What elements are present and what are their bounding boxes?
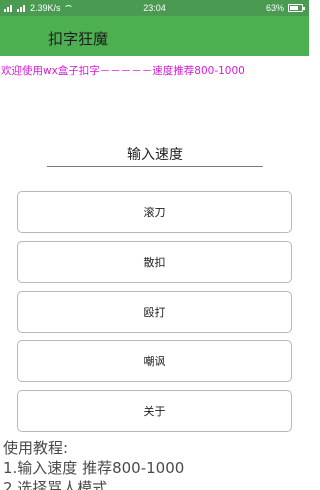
tutorial-step-2: 2.选择骂人模式	[3, 479, 108, 490]
app-bar: 扣字狂魔	[0, 16, 309, 56]
battery-percent: 63%	[265, 3, 284, 13]
status-bar: 2.39K/s 23:04 63%	[0, 0, 309, 16]
tutorial-step-1: 1.输入速度 推荐800-1000	[3, 459, 185, 477]
welcome-marquee: 欢迎使用wx盒子扣字－－－－－速度推荐800-1000	[1, 65, 245, 77]
status-time: 23:04	[143, 3, 166, 13]
about-button[interactable]: 关于	[17, 390, 292, 432]
battery-icon	[288, 4, 305, 12]
sankou-button[interactable]: 散扣	[17, 241, 292, 283]
tutorial-text: 使用教程: 1.输入速度 推荐800-1000 2.选择骂人模式	[3, 438, 184, 490]
tutorial-heading: 使用教程:	[3, 439, 69, 457]
gundao-button[interactable]: 滚刀	[17, 191, 292, 233]
status-right: 63%	[265, 3, 305, 13]
ouda-button[interactable]: 殴打	[17, 291, 292, 333]
app-title: 扣字狂魔	[48, 30, 109, 48]
speed-input[interactable]	[47, 143, 263, 167]
chaofeng-button[interactable]: 嘲讽	[17, 340, 292, 382]
